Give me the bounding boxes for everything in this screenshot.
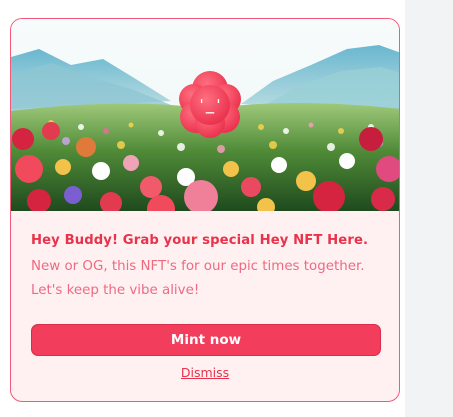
page-scroll-gutter (405, 0, 453, 417)
mint-now-button[interactable]: Mint now (31, 324, 381, 356)
promo-text: Hey Buddy! Grab your special Hey NFT Her… (31, 233, 379, 303)
svg-text:ˈ_ˈ: ˈ_ˈ (197, 98, 222, 114)
banner-image: ˈ_ˈ (11, 19, 399, 211)
nft-promo-card: ˈ_ˈ Hey Buddy! Grab your special Hey NFT… (10, 18, 400, 402)
promo-body: New or OG, this NFT's for our epic times… (31, 259, 365, 298)
promo-headline: Hey Buddy! Grab your special Hey NFT Her… (31, 233, 369, 248)
dismiss-link[interactable]: Dismiss (11, 365, 399, 380)
